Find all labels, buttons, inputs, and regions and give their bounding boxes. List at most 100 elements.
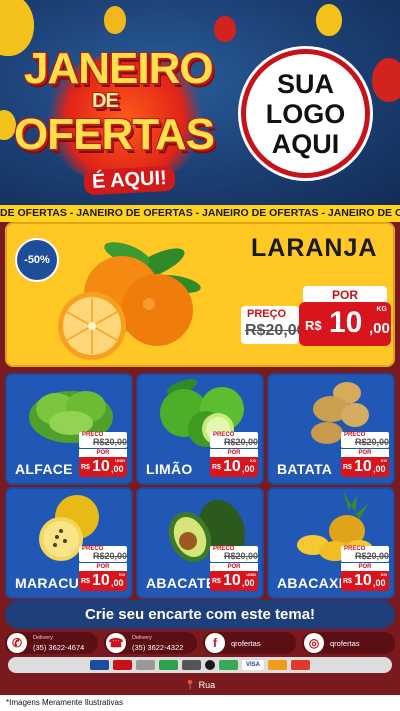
card-icon (113, 660, 132, 670)
contact-whatsapp[interactable]: ✆ Delivery (35) 3622-4674 (5, 632, 98, 654)
currency: R$ (343, 578, 352, 585)
price-int: 10 (354, 458, 372, 475)
product-name: BATATA (277, 461, 333, 477)
price-unit: UNID (115, 458, 125, 463)
title-tag: É AQUI! (83, 165, 176, 196)
currency: R$ (343, 464, 352, 471)
old-price: R$20,00 (245, 322, 306, 339)
currency: R$ (212, 578, 221, 585)
price-cents: ,00 (373, 578, 386, 588)
price-cents: ,00 (111, 464, 124, 474)
product-card-abacaxi: ABACAXI PRECO R$20,00 POR R$ 10,00 KG (267, 487, 395, 599)
price-cents: ,00 (242, 578, 255, 588)
new-price-label: POR (79, 449, 127, 457)
logo-text: SUA (276, 68, 334, 99)
card-icon (159, 660, 178, 670)
price-cents: ,00 (373, 464, 386, 474)
logo-text: AQUI (271, 128, 340, 159)
currency: R$ (212, 464, 221, 471)
card-icon (136, 660, 155, 670)
product-name: ABACAXI (277, 575, 343, 591)
footer-disclaimer: *Imagens Meramente Ilustrativas (0, 695, 400, 711)
price-cents: ,00 (369, 320, 390, 337)
location-pin-icon: 📍 (184, 680, 199, 690)
visa-card-icon: VISA (242, 660, 264, 670)
new-price-label: POR (341, 563, 389, 571)
card-icon (90, 660, 109, 670)
contact-phone[interactable]: ☎ Delivery (35) 3622-4322 (104, 632, 197, 654)
product-name: LIMÃO (146, 461, 193, 477)
product-card-abacate: ABACATE PRECO R$20,00 POR R$ 10,00 UNID (136, 487, 264, 599)
old-price-box: PREÇO R$20,00 (241, 306, 306, 344)
card-icon (182, 660, 201, 670)
old-price-label: PREÇO (247, 308, 287, 320)
card-icon (291, 660, 310, 670)
phone-icon: ☎ (106, 633, 126, 653)
product-card-maracuja: MARACUJÁ PRECO R$20,00 POR R$ 10,00 KG (5, 487, 133, 599)
campaign-title: JANEIRO DE OFERTAS É AQUI! (10, 40, 230, 200)
old-price: R$20,00 (355, 551, 390, 561)
old-price: R$20,00 (93, 437, 128, 447)
currency: R$ (81, 464, 90, 471)
mastercard-icon (268, 660, 287, 670)
header-banner: JANEIRO DE OFERTAS É AQUI! SUA LOGO AQUI (0, 0, 400, 205)
contact-value: qrofertas (330, 638, 360, 648)
old-price: R$20,00 (355, 437, 390, 447)
balloon-decoration (316, 4, 342, 36)
price-unit: KG (381, 572, 387, 577)
logo-text: LOGO (265, 98, 346, 129)
currency: R$ (305, 318, 322, 333)
contact-label: Delivery (132, 635, 152, 641)
price-int: 10 (92, 458, 110, 475)
product-card-alface: ALFACE PRECO R$20,00 POR R$ 10,00 UNID (5, 373, 133, 485)
contact-instagram[interactable]: ◎ qrofertas (302, 632, 395, 654)
contact-value: (35) 3622-4322 (132, 643, 184, 652)
price-tag: PRECO R$20,00 POR R$ 10,00 KG (210, 432, 258, 477)
new-price-box: R$ 10 ,00 KG (299, 302, 391, 346)
price-int: 10 (223, 458, 241, 475)
card-icon (205, 660, 215, 670)
price-unit: KG (119, 572, 125, 577)
facebook-icon: f (205, 633, 225, 653)
product-name: ABACATE (146, 575, 216, 591)
title-line-3: OFERTAS (14, 110, 215, 159)
price-int: 10 (223, 572, 241, 589)
payment-methods: VISA (8, 657, 392, 673)
address-text: Rua (198, 680, 216, 690)
instagram-icon: ◎ (304, 633, 324, 653)
new-price-label: POR (79, 563, 127, 571)
price-int: 10 (354, 572, 372, 589)
title-line-1: JANEIRO (24, 44, 214, 93)
price-tag: PRECO R$20,00 POR R$ 10,00 KG (341, 546, 389, 591)
ticker-strip: DE OFERTAS - JANEIRO DE OFERTAS - JANEIR… (0, 205, 400, 222)
new-price-label: POR (210, 563, 258, 571)
price-int: 10 (329, 306, 363, 339)
price-unit: UNID (246, 572, 256, 577)
hero-offer: -50% LARANJA PREÇO R$20,00 POR R$ 10 ,00… (5, 222, 395, 367)
product-name: ALFACE (15, 461, 73, 477)
new-price-label: POR (210, 449, 258, 457)
new-price-label: POR (341, 449, 389, 457)
price-int: 10 (92, 572, 110, 589)
orange-image (58, 242, 201, 360)
balloon-decoration (104, 6, 126, 34)
price-cents: ,00 (242, 464, 255, 474)
product-card-limao: LIMÃO PRECO R$20,00 POR R$ 10,00 KG (136, 373, 264, 485)
old-price: R$20,00 (224, 551, 259, 561)
card-icon (219, 660, 238, 670)
balloon-decoration (372, 58, 400, 102)
whatsapp-icon: ✆ (7, 633, 27, 653)
contact-value: (35) 3622-4674 (33, 643, 85, 652)
price-cents: ,00 (111, 578, 124, 588)
price-tag: PRECO R$20,00 POR R$ 10,00 KG (79, 546, 127, 591)
address: 📍 Rua (0, 676, 400, 694)
balloon-decoration (214, 16, 236, 42)
price-unit: KG (250, 458, 256, 463)
product-card-batata: BATATA PRECO R$20,00 POR R$ 10,00 KG (267, 373, 395, 485)
logo-placeholder: SUA LOGO AQUI (241, 49, 370, 178)
old-price: R$20,00 (93, 551, 128, 561)
contact-facebook[interactable]: f qrofertas (203, 632, 296, 654)
create-flyer-button[interactable]: Crie seu encarte com este tema! (5, 600, 395, 629)
price-tag: PRECO R$20,00 POR R$ 10,00 UNID (79, 432, 127, 477)
contact-value: qrofertas (231, 638, 261, 648)
